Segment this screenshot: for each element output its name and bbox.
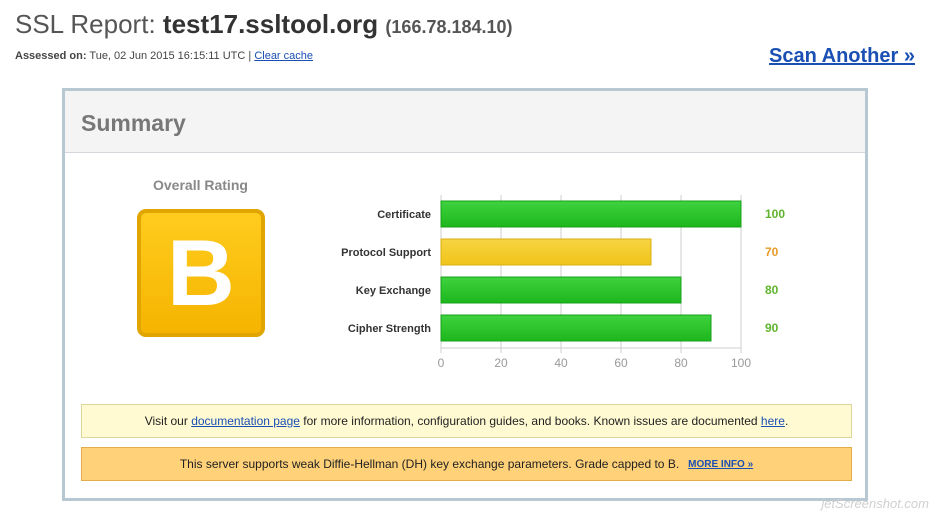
chart-tick-label: 40 (554, 356, 568, 370)
assessed-line: Assessed on: Tue, 02 Jun 2015 16:15:11 U… (15, 50, 313, 62)
chart-tick-label: 20 (494, 356, 508, 370)
assessed-label: Assessed on: (15, 50, 87, 62)
chart-value-label: 70 (765, 245, 779, 259)
documentation-notice: Visit our documentation page for more in… (81, 404, 852, 438)
documentation-link[interactable]: documentation page (191, 414, 300, 428)
chart-bar (440, 238, 652, 266)
chart-tick-label: 60 (614, 356, 628, 370)
chart-category-label: Cipher Strength (348, 323, 431, 335)
known-issues-link[interactable]: here (761, 414, 785, 428)
title-prefix: SSL Report: (15, 9, 156, 39)
scan-another-link[interactable]: Scan Another » (769, 45, 915, 68)
clear-cache-link[interactable]: Clear cache (254, 50, 313, 62)
watermark: jetScreenshot.com (821, 496, 929, 511)
chart-tick-label: 0 (438, 356, 445, 370)
chart-value-label: 90 (765, 321, 779, 335)
host-ip: (166.78.184.10) (385, 17, 513, 37)
chart-category-label: Protocol Support (341, 247, 431, 259)
notice-text-1: Visit our (144, 414, 188, 428)
summary-panel: Summary Overall Rating B 0 20 40 60 80 100 Cer… (62, 88, 868, 501)
chart-category-label: Certificate (377, 209, 431, 221)
chart-bar (440, 276, 682, 304)
notice-text-3: . (784, 414, 789, 428)
chart-tick-label: 80 (674, 356, 688, 370)
chart-bar (440, 314, 712, 342)
chart-tick-label: 100 (731, 356, 751, 370)
assessed-value: Tue, 02 Jun 2015 16:15:11 UTC | (89, 50, 252, 62)
chart-category-label: Key Exchange (356, 285, 431, 297)
notice-text-2: for more information, configuration guid… (303, 414, 758, 428)
more-info-link[interactable]: MORE INFO » (688, 459, 753, 470)
warning-text: This server supports weak Diffie-Hellman… (179, 457, 680, 471)
report-title: SSL Report: test17.ssltool.org (166.78.1… (15, 9, 513, 40)
dh-warning-notice: This server supports weak Diffie-Hellman… (81, 447, 852, 481)
chart-value-label: 80 (765, 283, 779, 297)
host-name: test17.ssltool.org (162, 9, 379, 39)
chart-bar (440, 200, 742, 228)
chart-value-label: 100 (765, 207, 785, 221)
